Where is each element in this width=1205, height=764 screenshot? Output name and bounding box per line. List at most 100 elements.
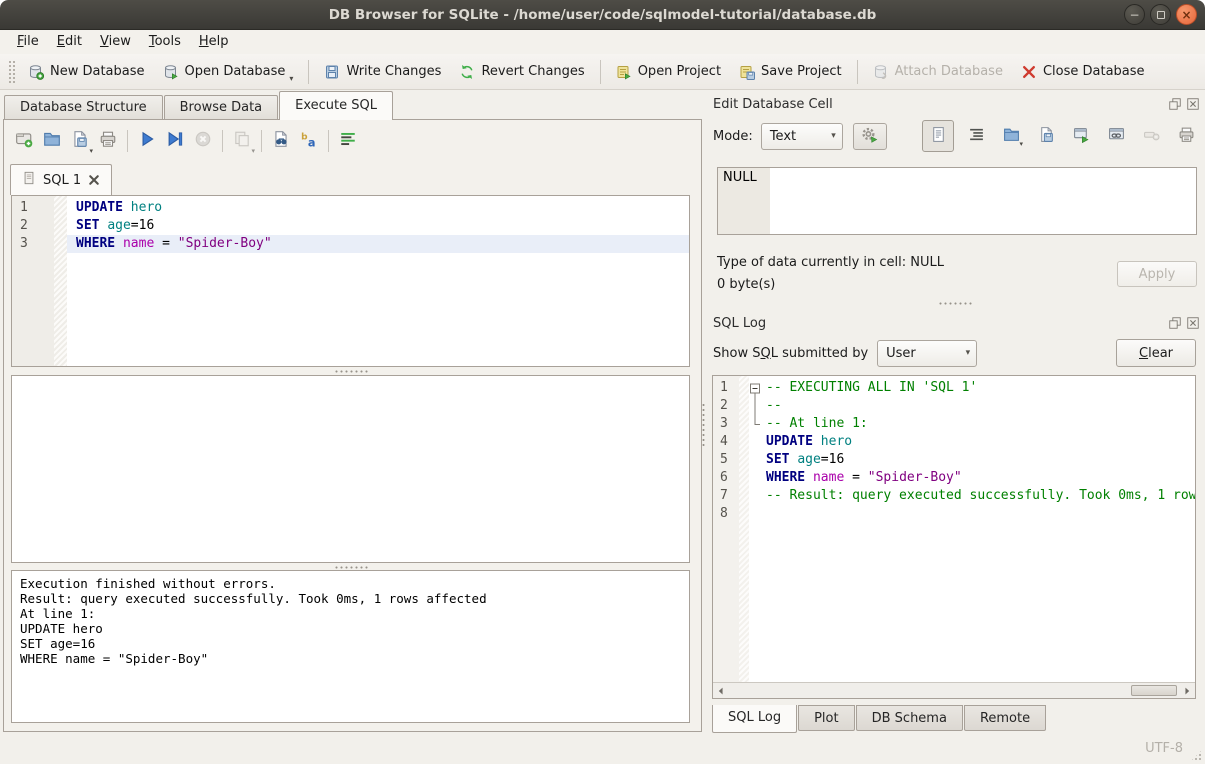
open-in-external-app-button[interactable] [1068, 122, 1094, 150]
toolbar-open-database[interactable]: Open Database▾ [154, 57, 303, 87]
tab-database-structure[interactable]: Database Structure [4, 95, 163, 120]
menu-help[interactable]: Help [190, 30, 238, 54]
toolbar-save-project[interactable]: Save Project [730, 57, 851, 87]
dropdown-caret-icon: ▾ [1019, 140, 1023, 148]
sql-editor[interactable]: 1UPDATE hero2SET age=163WHERE name = "Sp… [11, 195, 690, 367]
cell-gutter: NULL [718, 168, 770, 234]
import-data-button[interactable]: ▾ [998, 122, 1024, 150]
close-button[interactable]: × [1176, 4, 1197, 25]
tab-execute-sql[interactable]: Execute SQL [279, 91, 393, 120]
cell-value-editor[interactable]: NULL [717, 167, 1197, 235]
doc-text-icon [930, 126, 947, 147]
tab-sql-log[interactable]: SQL Log [712, 705, 797, 733]
log-line: WHERE name = "Spider-Boy" [20, 651, 689, 666]
menu-tools[interactable]: Tools [140, 30, 190, 54]
line-number: 2 [12, 217, 54, 235]
resize-grip[interactable] [1190, 749, 1203, 762]
word-wrap-button[interactable] [963, 122, 989, 150]
auto-switch-mode-button[interactable] [853, 123, 887, 150]
open-sql-file-button[interactable] [38, 127, 66, 155]
log-line: At line 1: [20, 606, 689, 621]
copy-cell-link-button[interactable] [1103, 122, 1129, 150]
sql-log-lines: 1-- EXECUTING ALL IN 'SQL 1'2--3-- At li… [713, 379, 1195, 523]
execute-all-button[interactable] [133, 127, 161, 155]
code-line: 7-- Result: query executed successfully.… [713, 487, 1195, 505]
statusbar: UTF-8 [0, 735, 1205, 764]
results-pane [11, 375, 690, 563]
code-line: 1UPDATE hero [12, 199, 689, 217]
close-dock-icon[interactable] [1186, 316, 1200, 330]
revert-changes-icon [459, 64, 475, 80]
minimize-button[interactable]: − [1124, 4, 1145, 25]
sql-toolbar: ▾ ▾ ba [10, 126, 362, 156]
log-filter-row: Show SQL submitted by User ▾ Clear [713, 338, 1196, 368]
dock-splitter[interactable] [705, 302, 1205, 305]
toolbar-revert-changes[interactable]: Revert Changes [450, 57, 593, 87]
close-dock-icon[interactable] [1186, 97, 1200, 111]
scrollbar-thumb[interactable] [1131, 685, 1177, 696]
open-new-sql-tab-button[interactable] [10, 127, 38, 155]
toggle-word-wrap-button[interactable] [334, 127, 362, 155]
menu-view[interactable]: View [91, 30, 140, 54]
find-replace-button[interactable] [267, 127, 295, 155]
open-sql-icon [43, 130, 61, 152]
code-line: 2SET age=16 [12, 217, 689, 235]
execute-current-line-button[interactable] [161, 127, 189, 155]
tab-db-schema[interactable]: DB Schema [856, 705, 963, 731]
print-sql-button[interactable] [94, 127, 122, 155]
scroll-right-icon[interactable] [1179, 683, 1195, 698]
float-dock-icon[interactable] [1168, 97, 1182, 111]
mode-select[interactable]: Text ▾ [761, 123, 843, 150]
close-db-icon [1021, 64, 1037, 80]
fold-marker-icon[interactable] [749, 379, 763, 397]
toolbar-close-database[interactable]: Close Database [1012, 57, 1154, 87]
toolbar-separator [600, 60, 601, 84]
dropdown-caret-icon: ▾ [289, 74, 293, 87]
maximize-button[interactable] [1150, 4, 1171, 25]
sql-log-dock-header: SQL Log [713, 313, 1200, 333]
log-filter-select[interactable]: User ▾ [877, 340, 977, 367]
menu-file[interactable]: File [8, 30, 48, 54]
auto-format-sql-button[interactable]: ba [295, 127, 323, 155]
db-attach-icon [873, 64, 889, 80]
toolbar-write-changes[interactable]: Write Changes [315, 57, 450, 87]
tab-sql-1[interactable]: SQL 1 [10, 164, 112, 195]
chevron-down-icon: ▾ [958, 348, 971, 358]
titlebar: DB Browser for SQLite - /home/user/code/… [0, 0, 1205, 30]
toolbar-drag-handle-icon[interactable] [8, 60, 15, 84]
tab-plot[interactable]: Plot [798, 705, 855, 731]
format-sql-icon: ba [300, 130, 318, 152]
scroll-left-icon[interactable] [713, 683, 729, 698]
dropdown-caret-icon: ▾ [251, 147, 255, 155]
toolbar-attach-database: Attach Database [864, 57, 1012, 87]
exec-line-icon [166, 130, 184, 152]
log-line: Execution finished without errors. [20, 576, 689, 591]
cell-editor-toolbar: ▾ [922, 120, 1199, 152]
stop-execution-button [189, 127, 217, 155]
close-tab-icon[interactable] [88, 174, 100, 186]
save-sql-file-button[interactable]: ▾ [66, 127, 94, 155]
code-line: 8 [713, 505, 1195, 523]
export-data-button[interactable] [1033, 122, 1059, 150]
line-number: 7 [713, 487, 739, 505]
mode-row: Mode: Text ▾ ▾ [713, 121, 1199, 151]
tab-remote[interactable]: Remote [964, 705, 1046, 731]
open-external-icon [1073, 126, 1090, 147]
find-icon [272, 130, 290, 152]
float-dock-icon[interactable] [1168, 316, 1182, 330]
line-number: 4 [713, 433, 739, 451]
menu-edit[interactable]: Edit [48, 30, 91, 54]
print-cell-button[interactable] [1173, 122, 1199, 150]
line-number: 6 [713, 469, 739, 487]
cell-content-area[interactable] [770, 168, 1196, 234]
toolbar-new-database[interactable]: New Database [19, 57, 154, 87]
export-file-icon [1038, 126, 1055, 147]
toolbar-open-project[interactable]: Open Project [607, 57, 730, 87]
text-mode-button[interactable] [922, 120, 954, 152]
tab-browse-data[interactable]: Browse Data [164, 95, 279, 120]
toolbar-separator [222, 130, 223, 152]
clear-log-button[interactable]: Clear [1116, 339, 1196, 367]
cell-null-value: NULL [723, 170, 757, 185]
horizontal-scrollbar[interactable] [713, 682, 1195, 698]
editor-results-splitter[interactable] [11, 369, 690, 374]
